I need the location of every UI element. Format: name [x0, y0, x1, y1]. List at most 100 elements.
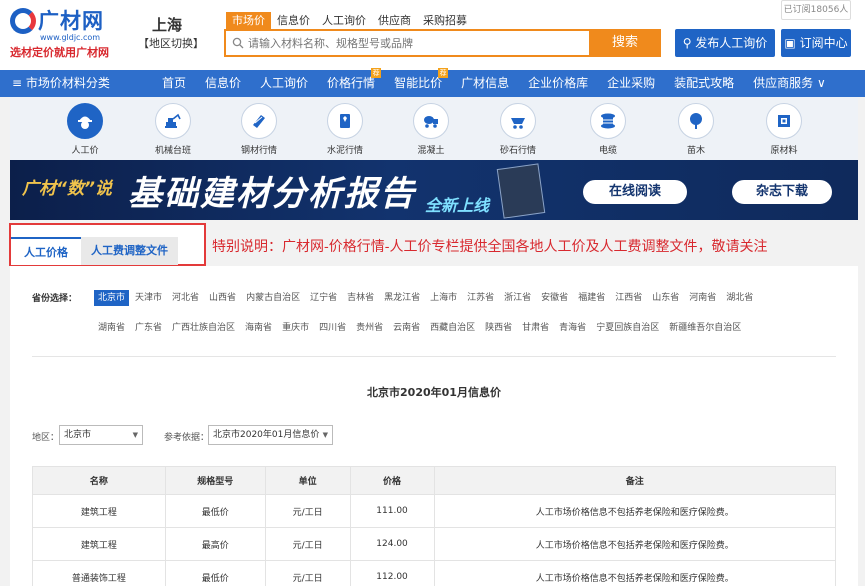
- province-fujian[interactable]: 福建省: [574, 290, 609, 306]
- province-hainan[interactable]: 海南省: [241, 320, 276, 336]
- category-seedlings[interactable]: 苗木: [666, 103, 726, 156]
- subscribe-center-button[interactable]: ▣ 订阅中心: [781, 29, 851, 57]
- province-yunnan[interactable]: 云南省: [389, 320, 424, 336]
- search-button[interactable]: 搜索: [589, 29, 661, 57]
- chevron-down-icon: ▼: [322, 431, 328, 439]
- province-tianjin[interactable]: 天津市: [131, 290, 166, 306]
- site-logo[interactable]: 广材网 www.gldjc.com 选材定价就用广材网: [10, 8, 120, 59]
- category-raw-material[interactable]: 原材料: [754, 103, 814, 156]
- nav-category-menu[interactable]: ≡ 市场价材料分类: [12, 70, 110, 97]
- nav-item-home[interactable]: 首页: [162, 70, 186, 97]
- category-label: 混凝土: [417, 146, 445, 156]
- cell-price: 111.00: [349, 494, 435, 528]
- province-chongqing[interactable]: 重庆市: [278, 320, 313, 336]
- read-online-button[interactable]: 在线阅读: [583, 180, 687, 204]
- cell-spec: 最低价: [164, 560, 266, 586]
- province-row-1: 北京市 天津市 河北省 山西省 内蒙古自治区 辽宁省 吉林省 黑龙江省 上海市 …: [94, 290, 759, 306]
- province-henan[interactable]: 河南省: [685, 290, 720, 306]
- search-tab-procurement[interactable]: 采购招募: [417, 12, 473, 29]
- province-xinjiang[interactable]: 新疆维吾尔自治区: [665, 320, 745, 336]
- nav-item-labor-inquiry[interactable]: 人工询价: [260, 70, 308, 97]
- province-jilin[interactable]: 吉林省: [343, 290, 378, 306]
- nav-item-smart-compare[interactable]: 智能比价荐: [394, 68, 449, 97]
- nav-item-prefab-guide[interactable]: 装配式攻略: [674, 70, 734, 97]
- banner-subtitle: 全新上线: [425, 196, 490, 215]
- province-shanghai[interactable]: 上海市: [426, 290, 461, 306]
- publish-labor-inquiry-button[interactable]: ⚲ 发布人工询价: [675, 29, 775, 57]
- city-switch-link[interactable]: 【地区切换】: [138, 35, 204, 51]
- nav-item-gldjc-info[interactable]: 广材信息: [461, 70, 509, 97]
- search-input[interactable]: [248, 31, 588, 55]
- search-tabs: 市场价 信息价 人工询价 供应商 采购招募: [226, 12, 473, 29]
- nav-item-info-price[interactable]: 信息价: [205, 70, 241, 97]
- cell-unit: 元/工日: [264, 527, 351, 561]
- tab-labor-adjustment-docs[interactable]: 人工费调整文件: [81, 237, 178, 265]
- province-gansu[interactable]: 甘肃省: [518, 320, 553, 336]
- category-concrete[interactable]: 混凝土: [401, 103, 461, 156]
- recommend-badge: 荐: [371, 68, 382, 78]
- search-tab-supplier[interactable]: 供应商: [372, 12, 417, 29]
- province-hunan[interactable]: 湖南省: [94, 320, 129, 336]
- province-inner-mongolia[interactable]: 内蒙古自治区: [242, 290, 304, 306]
- search-tab-info-price[interactable]: 信息价: [271, 12, 316, 29]
- category-cement[interactable]: 水泥行情: [315, 103, 375, 156]
- province-guangxi[interactable]: 广西壮族自治区: [168, 320, 239, 336]
- category-labor-price[interactable]: 人工价: [55, 103, 115, 156]
- header: 广材网 www.gldjc.com 选材定价就用广材网 上海 【地区切换】 市场…: [0, 0, 865, 70]
- province-zhejiang[interactable]: 浙江省: [500, 290, 535, 306]
- search-tab-market-price[interactable]: 市场价: [226, 12, 271, 29]
- current-city: 上海: [152, 16, 183, 34]
- province-select-label: 省份选择：: [32, 294, 78, 304]
- tree-icon: [678, 103, 714, 139]
- region-select[interactable]: 北京市 ▼: [59, 425, 143, 445]
- nav-item-price-trends[interactable]: 价格行情荐: [327, 68, 382, 97]
- province-guangdong[interactable]: 广东省: [131, 320, 166, 336]
- pin-icon: ⚲: [682, 36, 696, 50]
- province-sichuan[interactable]: 四川省: [315, 320, 350, 336]
- nav-item-enterprise-price-lib[interactable]: 企业价格库: [528, 70, 588, 97]
- nav-item-label: 信息价: [205, 76, 242, 90]
- table-row: 普通装饰工程 最低价 元/工日 112.00 人工市场价格信息不包括养老保险和医…: [32, 560, 836, 586]
- province-qinghai[interactable]: 青海省: [555, 320, 590, 336]
- province-hubei[interactable]: 湖北省: [722, 290, 757, 306]
- basis-filter-label: 参考依据：: [164, 433, 210, 443]
- cell-name: 建筑工程: [32, 494, 166, 528]
- nav-item-label: 价格行情: [327, 76, 376, 90]
- category-steel[interactable]: 钢材行情: [229, 103, 289, 156]
- nav-item-supplier-service[interactable]: 供应商服务 ∨: [753, 70, 826, 97]
- province-shanxi[interactable]: 山西省: [205, 290, 240, 306]
- raw-material-icon: [766, 103, 802, 139]
- tab-labor-price[interactable]: 人工价格: [11, 237, 81, 265]
- province-beijing[interactable]: 北京市: [94, 290, 130, 306]
- province-shandong[interactable]: 山东省: [648, 290, 683, 306]
- category-cable[interactable]: 电缆: [578, 103, 638, 156]
- province-shaanxi[interactable]: 陕西省: [481, 320, 516, 336]
- excavator-icon: [155, 103, 191, 139]
- search-tab-labor-inquiry[interactable]: 人工询价: [316, 12, 372, 29]
- province-ningxia[interactable]: 宁夏回族自治区: [592, 320, 663, 336]
- category-machinery[interactable]: 机械台班: [143, 103, 203, 156]
- column-header-unit: 单位: [264, 466, 351, 495]
- province-guizhou[interactable]: 贵州省: [352, 320, 387, 336]
- basis-select[interactable]: 北京市2020年01月信息价 ▼: [208, 425, 333, 445]
- province-heilongjiang[interactable]: 黑龙江省: [380, 290, 424, 306]
- province-anhui[interactable]: 安徽省: [537, 290, 572, 306]
- cable-icon: [590, 103, 626, 139]
- report-banner[interactable]: 广材“数”说 基础建材分析报告 全新上线 在线阅读 杂志下载: [10, 160, 858, 220]
- nav-item-enterprise-procurement[interactable]: 企业采购: [607, 70, 655, 97]
- province-tibet[interactable]: 西藏自治区: [426, 320, 479, 336]
- category-label: 机械台班: [154, 146, 191, 156]
- main-nav: ≡ 市场价材料分类 首页 信息价 人工询价 价格行情荐 智能比价荐 广材信息 企…: [0, 68, 865, 97]
- content-panel: 省份选择： 北京市 天津市 河北省 山西省 内蒙古自治区 辽宁省 吉林省 黑龙江…: [10, 266, 858, 586]
- category-sand-gravel[interactable]: 砂石行情: [488, 103, 548, 156]
- province-liaoning[interactable]: 辽宁省: [306, 290, 341, 306]
- cell-spec: 最低价: [164, 494, 266, 528]
- province-hebei[interactable]: 河北省: [168, 290, 203, 306]
- province-jiangsu[interactable]: 江苏省: [463, 290, 498, 306]
- region-filter-label: 地区：: [32, 433, 60, 443]
- download-magazine-button[interactable]: 杂志下载: [732, 180, 832, 204]
- province-jiangxi[interactable]: 江西省: [611, 290, 646, 306]
- chevron-down-icon: ▼: [132, 431, 138, 439]
- column-header-spec: 规格型号: [164, 466, 266, 495]
- category-label: 原材料: [770, 146, 798, 156]
